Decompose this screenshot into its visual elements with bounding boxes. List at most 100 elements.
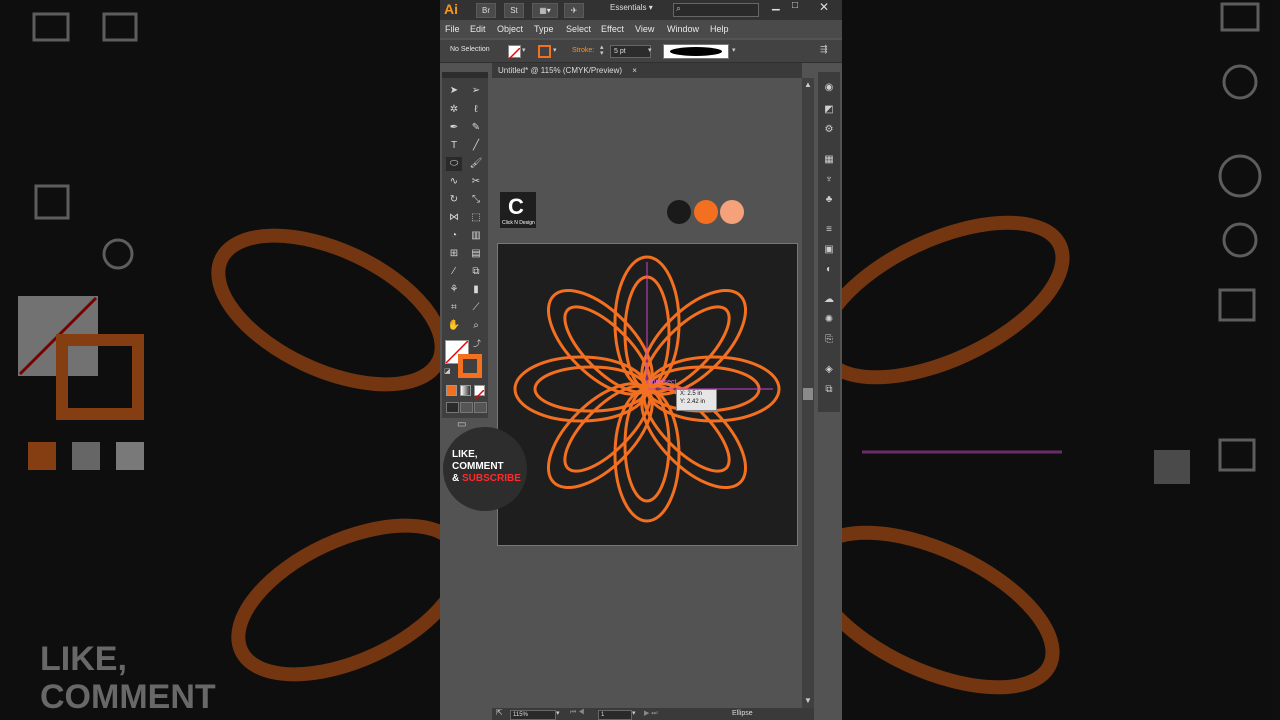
tools-panel-header	[442, 72, 488, 78]
close-tab-icon[interactable]: ×	[632, 66, 637, 75]
draw-inside-icon[interactable]	[474, 402, 487, 413]
scroll-down-icon[interactable]: ▼	[804, 696, 812, 705]
scale-tool-icon[interactable]: ⤡	[468, 193, 484, 207]
stroke-color-box[interactable]	[458, 354, 482, 378]
menu-edit[interactable]: Edit	[470, 24, 486, 34]
pen-tool-icon[interactable]: ✒	[446, 121, 462, 135]
flower-artwork	[513, 255, 781, 523]
eyedropper-tool-icon[interactable]: ⁄	[446, 265, 462, 279]
column-graph-tool-icon[interactable]: ▮	[468, 283, 484, 297]
brushes-panel-icon[interactable]: ♆	[823, 174, 835, 186]
menu-help[interactable]: Help	[710, 24, 729, 34]
stroke-label[interactable]: Stroke:	[572, 47, 594, 54]
hand-tool-icon[interactable]: ✋	[446, 319, 462, 333]
menu-type[interactable]: Type	[534, 24, 554, 34]
layers-panel-icon[interactable]: ◈	[823, 364, 835, 376]
scroll-thumb[interactable]	[803, 388, 813, 400]
artboard-nav-next-icon[interactable]: ▶ ⏭	[644, 709, 658, 718]
curvature-tool-icon[interactable]: ✎	[468, 121, 484, 135]
slice-tool-icon[interactable]: ⟋	[468, 301, 484, 315]
symbols-panel-icon[interactable]: ♣	[823, 194, 835, 206]
help-search-field[interactable]: ⌕	[673, 3, 759, 17]
gradient-mode-icon[interactable]	[460, 385, 471, 396]
swap-fill-stroke-icon[interactable]: ⤴	[473, 338, 481, 349]
gpu-performance-icon[interactable]: ✈	[564, 3, 584, 18]
lasso-tool-icon[interactable]: ℓ	[468, 103, 484, 117]
color-panel-icon[interactable]: ◉	[823, 82, 835, 94]
maximize-icon[interactable]: □	[792, 0, 798, 11]
vertical-scrollbar[interactable]: ▲ ▼	[802, 78, 814, 708]
stroke-swatch[interactable]	[538, 45, 551, 58]
menu-file[interactable]: File	[445, 24, 460, 34]
gradient-tool-icon[interactable]: ▤	[468, 247, 484, 261]
rotate-tool-icon[interactable]: ↻	[446, 193, 462, 207]
magic-wand-tool-icon[interactable]: ✲	[446, 103, 462, 117]
image-trace-panel-icon[interactable]: ⎘	[823, 334, 835, 346]
menu-object[interactable]: Object	[497, 24, 523, 34]
minimize-icon[interactable]: ▁	[772, 0, 780, 11]
line-segment-tool-icon[interactable]: ╱	[468, 139, 484, 153]
selection-status: No Selection	[450, 46, 490, 53]
artboard[interactable]	[497, 243, 798, 546]
gradient-panel-icon[interactable]: ▣	[823, 244, 835, 256]
document-tab[interactable]: Untitled* @ 115% (CMYK/Preview) ×	[498, 66, 637, 75]
default-fill-stroke-icon[interactable]: ◪	[444, 367, 451, 375]
stroke-weight-dropdown-icon[interactable]: ▾	[648, 46, 652, 54]
fill-dropdown-icon[interactable]: ▾	[522, 46, 526, 54]
draw-behind-icon[interactable]	[460, 402, 473, 413]
shaper-tool-icon[interactable]: ∿	[446, 175, 462, 189]
share-icon[interactable]: ⇱	[496, 708, 503, 717]
shape-builder-tool-icon[interactable]: ◔	[446, 229, 462, 243]
menu-effect[interactable]: Effect	[601, 24, 624, 34]
artboards-panel-icon[interactable]: ⧉	[823, 384, 835, 396]
width-profile-dropdown-icon[interactable]: ▾	[732, 46, 736, 54]
artboard-dropdown-icon[interactable]: ▾	[632, 709, 636, 717]
panel-menu-icon[interactable]: ⇶	[820, 44, 828, 55]
libraries-panel-icon[interactable]: ☁	[823, 294, 835, 306]
type-tool-icon[interactable]: T	[446, 139, 462, 153]
mesh-tool-icon[interactable]: ⊞	[446, 247, 462, 261]
fill-swatch[interactable]	[508, 45, 521, 60]
color-mode-icon[interactable]	[446, 385, 457, 396]
artboard-number-field[interactable]: 1	[598, 710, 632, 720]
symbol-sprayer-tool-icon[interactable]: ⚘	[446, 283, 462, 297]
scissors-tool-icon[interactable]: ✂	[468, 175, 484, 189]
stroke-panel-icon[interactable]: ≡	[823, 224, 835, 236]
menu-window[interactable]: Window	[667, 24, 699, 34]
stroke-stepper[interactable]: ▴ ▾	[600, 44, 604, 57]
like-badge-subscribe: SUBSCRIBE	[462, 473, 521, 484]
none-mode-icon[interactable]	[474, 385, 485, 400]
like-badge-line3: & SUBSCRIBE	[452, 473, 521, 485]
workspace-switcher[interactable]: Essentials ▾	[610, 3, 653, 12]
scroll-up-icon[interactable]: ▲	[804, 80, 812, 89]
width-tool-icon[interactable]: ⋈	[446, 211, 462, 225]
artboard-nav-prev-icon[interactable]: ⏮ ◀	[570, 709, 585, 717]
draw-normal-icon[interactable]	[446, 402, 459, 413]
direct-selection-tool-icon[interactable]: ➢	[468, 84, 484, 98]
stroke-dropdown-icon[interactable]: ▾	[553, 46, 557, 54]
transparency-panel-icon[interactable]: ◐	[823, 264, 835, 276]
variable-width-profile[interactable]	[663, 44, 729, 59]
bridge-button[interactable]: Br	[476, 3, 496, 18]
menu-view[interactable]: View	[635, 24, 654, 34]
stroke-weight-field[interactable]: 5 pt	[610, 45, 651, 58]
free-transform-tool-icon[interactable]: ⬚	[468, 211, 484, 225]
selection-tool-icon[interactable]: ➤	[446, 84, 462, 98]
graphic-styles-panel-icon[interactable]: ✺	[823, 314, 835, 326]
color-guide-panel-icon[interactable]: ◩	[823, 104, 835, 116]
paintbrush-tool-icon[interactable]: 🖌	[468, 157, 484, 171]
stock-button[interactable]: St	[504, 3, 524, 18]
screen-mode-icon[interactable]: ▭	[457, 419, 466, 430]
swatches-panel-icon[interactable]: ▦	[823, 154, 835, 166]
menu-select[interactable]: Select	[566, 24, 591, 34]
zoom-level-field[interactable]: 115%	[510, 710, 556, 720]
zoom-tool-icon[interactable]: ⌕	[468, 319, 484, 333]
close-icon[interactable]: ✕	[819, 0, 829, 14]
perspective-grid-tool-icon[interactable]: ▥	[468, 229, 484, 243]
artboard-tool-icon[interactable]: ⌗	[446, 301, 462, 315]
zoom-dropdown-icon[interactable]: ▾	[556, 709, 560, 717]
ellipse-tool-icon[interactable]: ⬭	[446, 157, 462, 171]
appearance-panel-icon[interactable]: ⚙	[823, 124, 835, 136]
arrange-documents-button[interactable]: ▦▾	[532, 3, 558, 18]
blend-tool-icon[interactable]: ⧉	[468, 265, 484, 279]
